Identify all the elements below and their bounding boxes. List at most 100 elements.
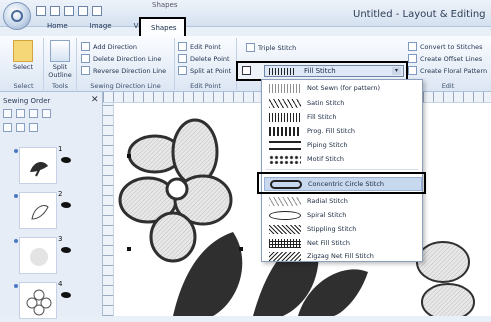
delete-direction-button[interactable]: Delete Direction Line [81,54,161,63]
thumbnail [19,282,57,319]
dropdown-item[interactable]: Satin Stitch [264,96,422,110]
small-flower-shape [416,241,475,316]
thumbnail [19,237,57,274]
prog-fill-stitch-icon [269,126,301,136]
zigzag-net-fill-stitch-icon [269,251,301,261]
color-icon[interactable] [29,123,38,132]
open-file-icon[interactable] [50,6,60,16]
reverse-direction-icon [81,66,90,75]
dropdown-item[interactable]: Radial Stitch [264,194,422,208]
dropdown-item[interactable]: Fill Stitch [264,110,422,124]
group-tools-label: Tools [51,82,68,90]
convert-label: Convert to Stitches [420,42,483,51]
dropdown-item-label: Motif Stitch [307,155,345,163]
move-down-icon[interactable] [29,109,38,118]
group-direction-label: Sewing Direction Line [90,82,161,90]
flower-outline-thumbnail-icon [26,289,52,316]
save-file-icon[interactable] [64,6,74,16]
delete-point-label: Delete Point [190,54,230,63]
dropdown-item-label: Radial Stitch [307,197,348,205]
group-select: Select Select [4,38,44,90]
offset-lines-button[interactable]: Create Offset Lines [408,54,482,63]
eye-icon[interactable] [61,292,71,298]
undo-icon[interactable] [92,6,102,16]
app-logo-icon [11,10,23,22]
satin-stitch-icon [269,98,301,108]
line-stitch-select[interactable]: Triple Stitch [246,43,296,52]
dropdown-item-label: Spiral Stitch [307,211,347,219]
dropdown-item[interactable]: Net Fill Stitch [264,236,422,250]
delete-point-icon [178,54,187,63]
select-button-label: Select [12,63,34,71]
eye-icon[interactable] [61,247,71,253]
stippling-stitch-icon [269,224,301,234]
group-tools: Split Outline Tools [44,38,77,90]
thumbnail [19,147,57,184]
sewing-order-title: Sewing Order [3,97,51,105]
not-sewn-icon [269,83,301,93]
dropdown-item[interactable]: Stippling Stitch [264,222,422,236]
select-button[interactable]: Select [9,40,37,71]
dropdown-item[interactable]: Zigzag Net Fill Stitch [264,249,422,263]
convert-icon [408,42,417,51]
dropdown-item-label: Prog. Fill Stitch [307,127,356,135]
lock-icon[interactable] [16,123,25,132]
floral-icon [408,66,417,75]
dropdown-item[interactable]: Piping Stitch [264,138,422,152]
dropdown-item[interactable]: Not Sewn (for pattern) [264,81,422,95]
selection-handle[interactable] [239,247,243,251]
sort-icon[interactable] [3,109,12,118]
reverse-direction-button[interactable]: Reverse Direction Line [81,66,166,75]
new-file-icon[interactable] [36,6,46,16]
add-direction-button[interactable]: Add Direction [81,42,137,51]
edit-point-button[interactable]: Edit Point [178,42,221,51]
eye-icon[interactable] [61,202,71,208]
list-item[interactable]: 1 [14,145,74,184]
stitch-type-dropdown: Not Sewn (for pattern) Satin Stitch Fill… [261,79,423,262]
dropdown-item[interactable]: Spiral Stitch [264,208,422,222]
edit-point-icon [178,42,187,51]
move-up-icon[interactable] [16,109,25,118]
spiral-stitch-icon [269,210,301,220]
fill-stitch-pattern-icon [269,68,296,75]
list-item[interactable]: 2 [14,190,74,229]
view-icon[interactable] [42,109,51,118]
delete-direction-icon [81,54,90,63]
thumbnail [19,192,57,229]
delete-direction-label: Delete Direction Line [93,54,162,63]
tab-image[interactable]: Image [81,20,121,35]
print-icon[interactable] [78,6,88,16]
app-menu-button[interactable] [3,2,31,30]
region-stitch-select[interactable]: Fill Stitch ▾ [264,65,404,77]
eye-icon[interactable] [61,157,71,163]
add-direction-label: Add Direction [93,42,138,51]
list-item[interactable]: 3 [14,235,74,274]
dropdown-item[interactable]: Prog. Fill Stitch [264,124,422,138]
selection-handle[interactable] [127,247,131,251]
group-point-label: Edit Point [190,82,221,90]
tab-home[interactable]: Home [38,20,77,35]
bullet-icon [14,194,18,198]
close-icon[interactable]: ✕ [91,95,99,105]
bullet-icon [14,239,18,243]
split-outline-button[interactable]: Split Outline [46,40,74,79]
chevron-down-icon[interactable]: ▾ [392,67,401,75]
dropdown-item-label: Satin Stitch [307,99,345,107]
bullet-icon [14,284,18,288]
delete-point-button[interactable]: Delete Point [178,54,230,63]
region-color-icon[interactable] [242,66,251,75]
dropdown-item[interactable]: Motif Stitch [264,152,422,166]
convert-stitches-button[interactable]: Convert to Stitches [408,42,482,51]
floral-pattern-button[interactable]: Create Floral Pattern [408,66,487,75]
visibility-icon[interactable] [3,123,12,132]
piping-stitch-icon [269,140,301,150]
net-fill-stitch-icon [269,238,301,248]
sewing-order-toolbar-2 [3,123,38,132]
list-item[interactable]: 4 [14,280,74,319]
selection-handle[interactable] [127,154,131,158]
item-number: 4 [58,280,63,288]
flower-shape [118,118,233,263]
split-point-button[interactable]: Split at Point [178,66,231,75]
fill-stitch-icon [269,112,301,122]
reverse-direction-label: Reverse Direction Line [93,66,167,75]
